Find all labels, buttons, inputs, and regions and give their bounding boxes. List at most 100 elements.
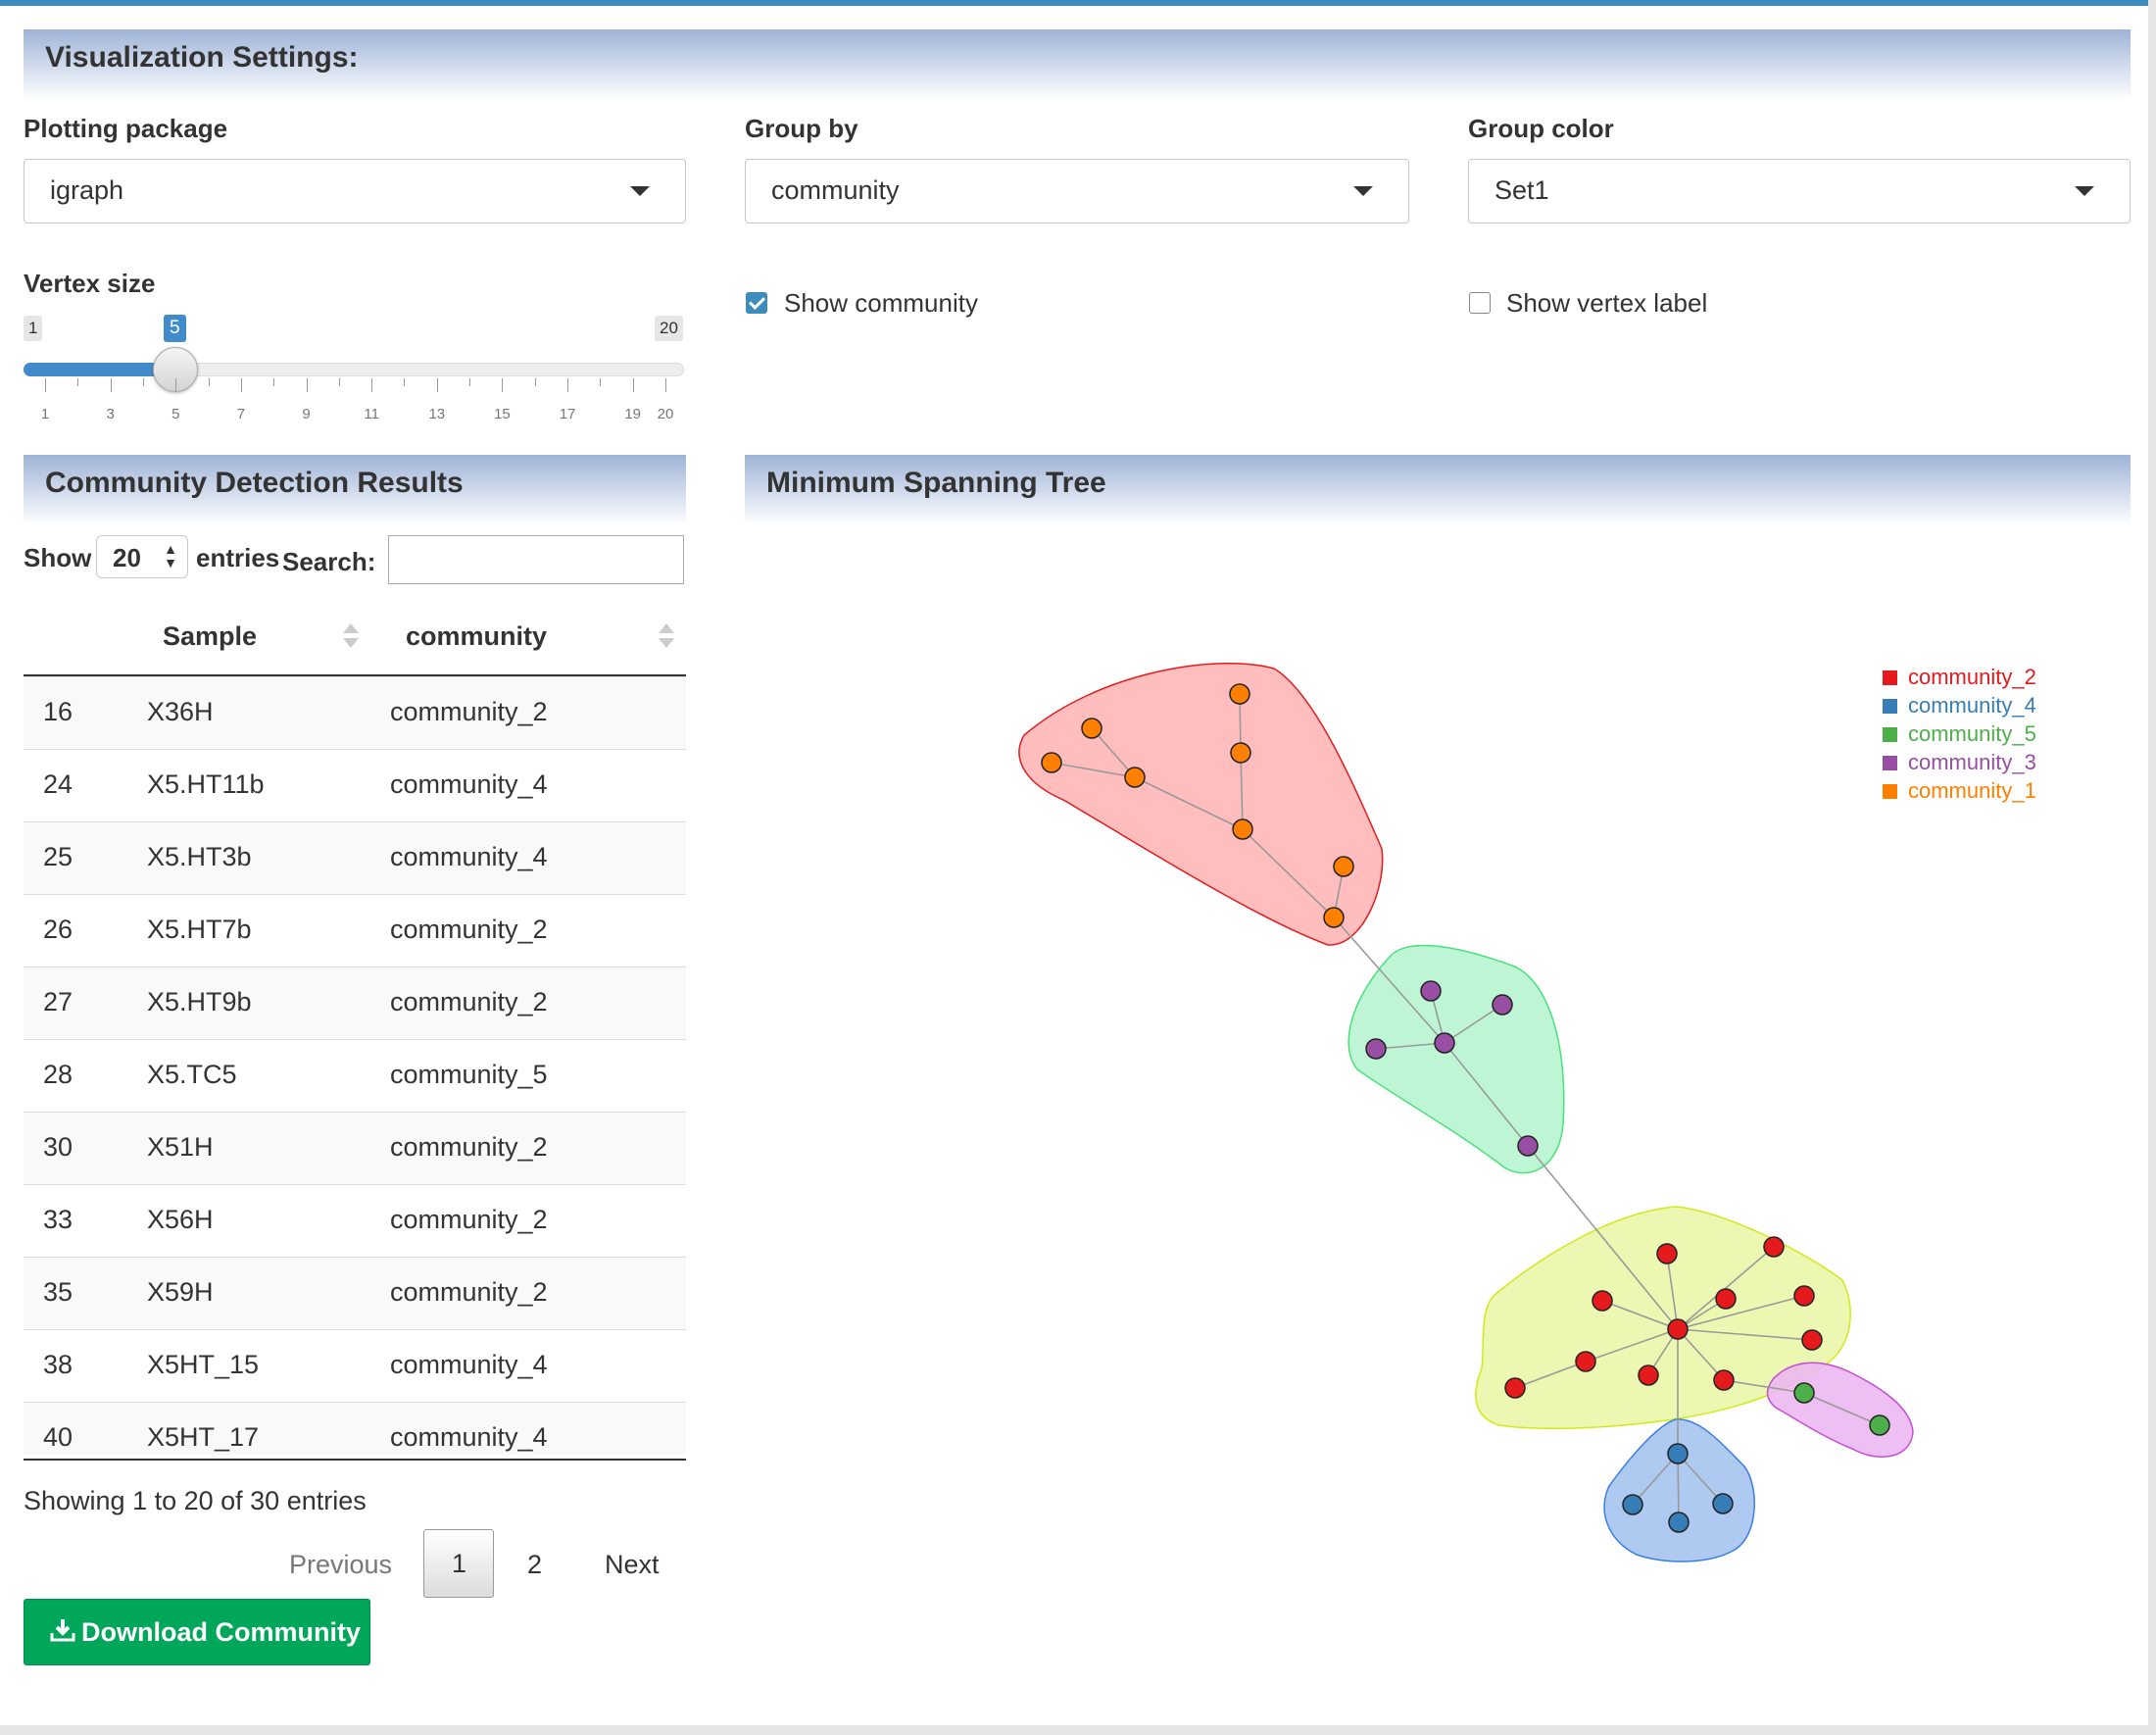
show-vertex-label-label[interactable]: Show vertex label: [1506, 288, 1707, 319]
table-row[interactable]: 25 X5.HT3b community_4: [24, 821, 686, 894]
show-community-label[interactable]: Show community: [784, 288, 978, 319]
slider-tick-label: 11: [364, 406, 379, 422]
column-header-community[interactable]: community: [406, 621, 547, 652]
slider-tick: [306, 378, 308, 392]
community-hull-magenta: [1766, 1362, 1914, 1458]
row-index-cell: 28: [43, 1060, 74, 1089]
slider-tick: [208, 378, 210, 386]
plotting-package-select[interactable]: igraph: [24, 159, 686, 223]
download-icon: [50, 1619, 75, 1642]
group-color-select[interactable]: Set1: [1468, 159, 2131, 223]
legend-swatch: [1883, 670, 1897, 685]
community-cell: community_4: [390, 769, 548, 799]
sample-cell: X51H: [147, 1132, 214, 1162]
updown-icon: ▲ ▼: [164, 541, 177, 570]
settings-title: Visualization Settings:: [45, 41, 359, 74]
row-index-cell: 16: [43, 697, 74, 726]
mst-header: Minimum Spanning Tree: [745, 455, 2131, 525]
group-by-value: community: [771, 175, 900, 205]
sort-icon: [659, 638, 674, 648]
vertex: [1667, 1318, 1689, 1340]
column-header-sample[interactable]: Sample: [163, 621, 257, 652]
row-index-cell: 27: [43, 987, 74, 1016]
slider-tick: [436, 378, 438, 392]
community-cell: community_2: [390, 987, 548, 1016]
show-label: Show: [24, 543, 92, 572]
community-hull-blue: [1603, 1418, 1755, 1562]
pagination-previous[interactable]: Previous: [289, 1550, 392, 1580]
slider-tick: [404, 378, 406, 386]
sample-cell: X5HT_15: [147, 1350, 260, 1379]
vertex: [1622, 1494, 1643, 1515]
slider-tick: [110, 378, 112, 392]
slider-tick: [371, 378, 373, 392]
slider-tick-label: 15: [494, 406, 511, 422]
slider-tick: [567, 378, 569, 392]
community-cell: community_2: [390, 1277, 548, 1307]
pagination-next[interactable]: Next: [605, 1550, 660, 1580]
table-row[interactable]: 35 X59H community_2: [24, 1257, 686, 1329]
download-community-button[interactable]: Download Community: [24, 1599, 370, 1665]
row-index-cell: 40: [43, 1422, 74, 1452]
group-color-value: Set1: [1494, 175, 1549, 205]
table-row[interactable]: 27 X5.HT9b community_2: [24, 967, 686, 1039]
slider-tick-label: 3: [106, 406, 115, 422]
vertex: [1656, 1243, 1678, 1264]
table-row[interactable]: 16 X36H community_2: [24, 676, 686, 749]
community-cell: community_2: [390, 1205, 548, 1234]
row-index-cell: 24: [43, 769, 74, 799]
group-by-select[interactable]: community: [745, 159, 1409, 223]
vertex: [1041, 752, 1062, 773]
entries-select[interactable]: 20 ▲ ▼: [96, 535, 188, 578]
sample-cell: X5.HT9b: [147, 987, 252, 1016]
slider-tick: [338, 378, 340, 386]
slider-tick: [77, 378, 79, 386]
chevron-down-icon: [1353, 186, 1373, 196]
community-hull-red: [1018, 663, 1384, 946]
legend-swatch: [1883, 699, 1897, 714]
row-index-cell: 26: [43, 915, 74, 944]
pagination-page-2[interactable]: 2: [527, 1550, 542, 1580]
table-row[interactable]: 28 X5.TC5 community_5: [24, 1039, 686, 1112]
table-row[interactable]: 26 X5.HT7b community_2: [24, 894, 686, 967]
sample-cell: X5.HT11b: [147, 769, 265, 799]
vertex: [1081, 718, 1102, 739]
slider-tick: [273, 378, 275, 386]
show-community-checkbox[interactable]: [746, 292, 767, 314]
legend-label: community_3: [1908, 750, 2036, 774]
vertex: [1592, 1290, 1613, 1312]
table-row[interactable]: 30 X51H community_2: [24, 1112, 686, 1184]
table-row[interactable]: 40 X5HT_17 community_4: [24, 1402, 686, 1455]
show-vertex-label-checkbox[interactable]: [1469, 292, 1491, 314]
row-index-cell: 33: [43, 1205, 74, 1234]
vertex: [1575, 1351, 1596, 1372]
slider-tick-label: 13: [428, 406, 446, 422]
group-by-label: Group by: [745, 114, 858, 143]
entries-value: 20: [113, 543, 141, 572]
group-color-label: Group color: [1468, 114, 1614, 143]
slider-tick: [600, 378, 602, 386]
download-label: Download Community: [81, 1617, 361, 1647]
slider-min-label: 1: [24, 316, 43, 341]
table-row[interactable]: 33 X56H community_2: [24, 1184, 686, 1257]
entries-label: entries: [196, 543, 280, 572]
community-cell: community_5: [390, 1060, 548, 1089]
vertex: [1668, 1512, 1690, 1533]
vertex: [1638, 1364, 1659, 1386]
table-bottom-border: [24, 1459, 686, 1461]
pagination-page-1[interactable]: 1: [423, 1529, 494, 1598]
community-cell: community_2: [390, 915, 548, 944]
slider-tick-label: 1: [40, 406, 50, 422]
legend-label: community_5: [1908, 721, 2036, 746]
table-row[interactable]: 24 X5.HT11b community_4: [24, 749, 686, 821]
slider-tick: [469, 378, 471, 386]
slider-tick: [142, 378, 144, 386]
slider-tick-label: 20: [657, 406, 674, 422]
page-number: 1: [452, 1549, 467, 1578]
mst-title: Minimum Spanning Tree: [766, 467, 1106, 499]
search-input[interactable]: [388, 535, 684, 584]
table-row[interactable]: 38 X5HT_15 community_4: [24, 1329, 686, 1402]
sample-cell: X5.HT7b: [147, 915, 252, 944]
community-cell: community_4: [390, 842, 548, 871]
sample-cell: X36H: [147, 697, 214, 726]
